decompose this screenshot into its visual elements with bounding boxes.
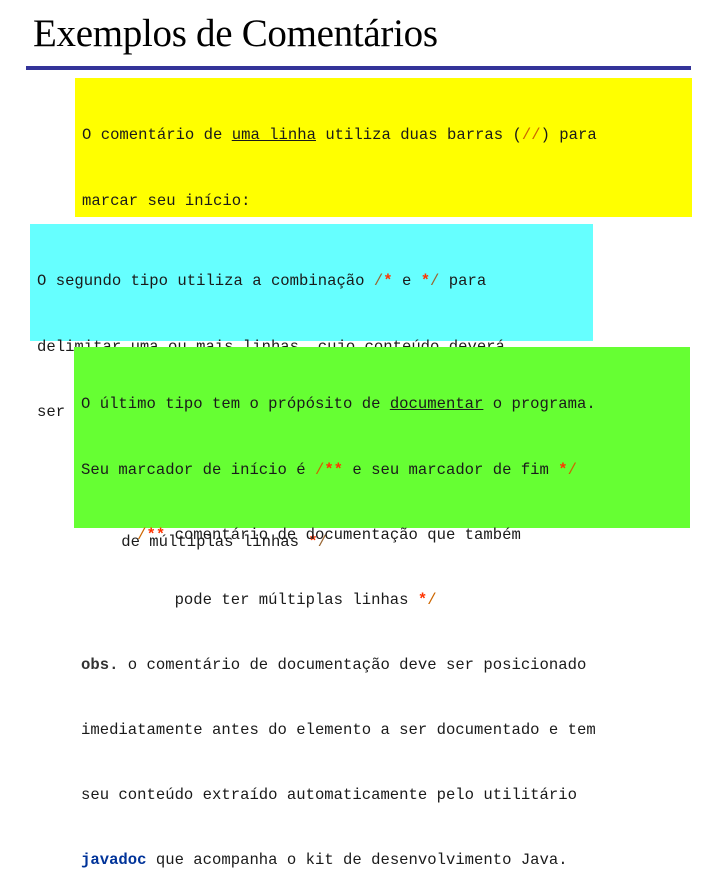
comment-marker: / — [430, 272, 440, 291]
code-line: /** comentário de documentação que també… — [81, 525, 690, 547]
comment-marker: / — [314, 460, 325, 479]
text-line: Seu marcador de início é /** e seu marca… — [81, 460, 690, 482]
underlined-text: uma linha — [231, 126, 316, 145]
comment-marker: * — [558, 460, 568, 479]
slide-title: Exemplos de Comentários — [33, 12, 438, 55]
underlined-text: documentar — [389, 395, 484, 414]
text-line: O comentário de uma linha utiliza duas b… — [82, 125, 692, 147]
text-line: O segundo tipo utiliza a combinação /* e… — [37, 271, 593, 293]
text-line: javadoc que acompanha o kit de desenvolv… — [81, 850, 690, 872]
text: Seu marcador de início é — [81, 460, 315, 479]
comment-marker: / — [567, 460, 577, 479]
text: pode ter múltiplas linhas — [81, 590, 418, 609]
comment-marker: // — [521, 126, 541, 145]
comment-marker: ** — [146, 525, 166, 544]
comment-marker: * — [417, 590, 428, 609]
documentation-comment-box: O último tipo tem o própósito de documen… — [74, 347, 690, 869]
title-divider — [26, 66, 691, 70]
text: e — [392, 272, 421, 291]
text: utiliza duas barras ( — [315, 126, 522, 145]
comment-marker: / — [137, 525, 147, 544]
text: comentário de documentação que também — [165, 525, 521, 544]
javadoc-keyword: javadoc — [81, 851, 147, 870]
comment-marker: * — [420, 272, 431, 291]
text-line: seu conteúdo extraído automaticamente pe… — [81, 785, 577, 804]
single-line-comment-box: O comentário de uma linha utiliza duas b… — [75, 78, 692, 470]
text-line: marcar seu início: — [82, 191, 251, 210]
text: que acompanha o kit de desenvolvimento J… — [146, 851, 568, 870]
text: ) para — [540, 126, 597, 145]
text-line: obs. o comentário de documentação deve s… — [81, 655, 690, 677]
text: e seu marcador de fim — [343, 460, 559, 479]
comment-marker: / — [373, 272, 384, 291]
text: O segundo tipo utiliza a combinação — [37, 272, 374, 291]
comment-marker: / — [427, 590, 437, 609]
text: O último tipo tem o própósito de — [81, 395, 390, 414]
comment-marker: ** — [324, 460, 344, 479]
text: O comentário de — [82, 126, 232, 145]
text: para — [439, 272, 487, 291]
multi-line-comment-box: O segundo tipo utiliza a combinação /* e… — [30, 224, 593, 551]
code-line: pode ter múltiplas linhas */ — [81, 590, 690, 612]
text-line: imediatamente antes do elemento a ser do… — [81, 720, 596, 739]
text: o comentário de documentação deve ser po… — [118, 655, 587, 674]
comment-marker: * — [383, 272, 393, 291]
text-line: O último tipo tem o própósito de documen… — [81, 394, 690, 416]
obs-label: obs. — [81, 655, 119, 674]
text: o programa. — [483, 395, 596, 414]
